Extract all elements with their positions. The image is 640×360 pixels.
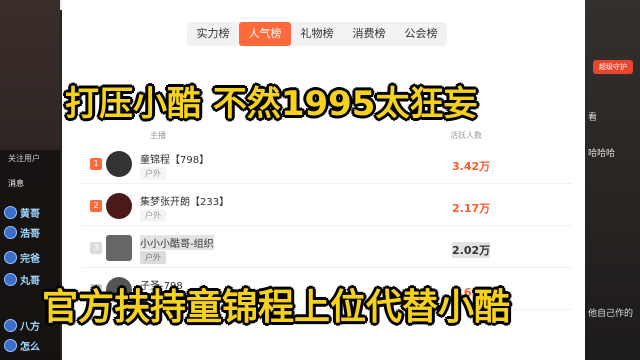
caption-top: 打压小酷 不然1995太狂妄	[65, 84, 478, 124]
level-badge-icon	[4, 319, 17, 332]
chat-line: 哈哈哈	[588, 149, 616, 159]
avatar[interactable]	[106, 151, 132, 177]
level-badge-icon	[4, 206, 17, 219]
table-row[interactable]: 2 集梦张开朗【233】 户外 2.17万	[82, 188, 572, 226]
follow-users-label[interactable]: 关注用户	[8, 153, 40, 164]
chat-user[interactable]: 怎么	[4, 338, 40, 353]
avatar[interactable]	[106, 193, 132, 219]
column-host: 主播	[150, 131, 166, 140]
host-name[interactable]: 童锦程【798】	[140, 151, 209, 166]
chat-user[interactable]: 黄哥	[4, 205, 40, 220]
table-header: 主播 活跃人数	[82, 128, 572, 144]
tab-spending[interactable]: 消费榜	[343, 22, 395, 46]
caption-bottom: 官方扶持童锦程上位代替小酷	[42, 287, 511, 328]
level-badge-icon	[4, 226, 17, 239]
rank-badge: 3	[90, 242, 102, 254]
category-tag: 户外	[140, 209, 166, 222]
messages-tab[interactable]: 消息	[8, 178, 24, 189]
category-tag: 户外	[140, 251, 166, 264]
column-active-count: 活跃人数	[450, 131, 482, 140]
active-count: 3.42万	[452, 160, 491, 173]
chat-username: 怎么	[20, 342, 40, 353]
active-count: 2.17万	[452, 202, 491, 215]
tab-popularity[interactable]: 人气榜	[239, 22, 291, 46]
table-row[interactable]: 1 童锦程【798】 户外 3.42万	[82, 146, 572, 184]
tab-guild[interactable]: 公会榜	[395, 22, 447, 46]
level-badge-icon	[4, 339, 17, 352]
category-tag: 户外	[140, 167, 166, 180]
chat-user[interactable]: 八方	[4, 318, 40, 333]
chat-username: 丸哥	[20, 276, 40, 287]
rank-badge: 1	[90, 158, 102, 170]
chat-username: 浩哥	[20, 229, 40, 240]
tab-strength[interactable]: 实力榜	[187, 22, 239, 46]
avatar[interactable]	[106, 235, 132, 261]
chat-user[interactable]: 浩哥	[4, 225, 40, 240]
level-badge-icon	[4, 273, 17, 286]
level-badge-icon	[4, 251, 17, 264]
chat-user[interactable]: 丸哥	[4, 272, 40, 287]
ranking-tabs: 实力榜 人气榜 礼物榜 消费榜 公会榜	[187, 22, 447, 46]
table-row[interactable]: 3 小小小酷哥-组织 户外 2.02万	[82, 230, 572, 268]
chat-user[interactable]: 完爸	[4, 250, 40, 265]
active-count: 2.02万	[452, 242, 491, 258]
chat-username: 八方	[20, 322, 40, 333]
rank-badge: 2	[90, 200, 102, 212]
chat-line: 看	[588, 113, 598, 123]
tab-gifts[interactable]: 礼物榜	[291, 22, 343, 46]
host-name[interactable]: 集梦张开朗【233】	[140, 193, 229, 208]
host-name[interactable]: 小小小酷哥-组织	[140, 235, 214, 250]
chat-username: 完爸	[20, 254, 40, 265]
chat-username: 黄哥	[20, 209, 40, 220]
